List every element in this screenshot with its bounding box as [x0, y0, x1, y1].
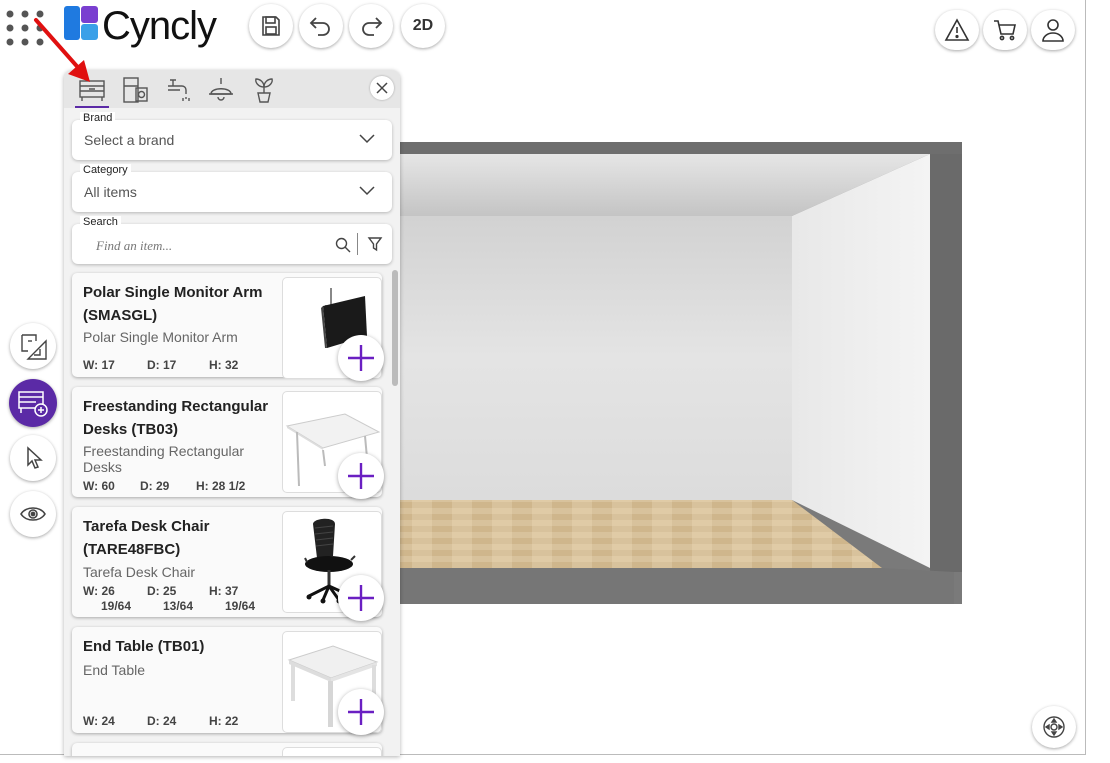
brand-select[interactable]: Brand Select a brand — [72, 112, 392, 160]
item-depth: D: 17 — [147, 358, 177, 372]
item-title: Freestanding Rectangular Desks (TB03) — [83, 398, 269, 438]
item-height: H: 28 1/2 — [196, 479, 246, 493]
visibility-button[interactable] — [10, 491, 56, 537]
item-height-fraction: 19/64 — [225, 599, 256, 613]
item-width: W: 26 — [83, 584, 115, 598]
pointer-icon — [27, 446, 43, 469]
item-subtitle: Tarefa Desk Chair — [83, 564, 196, 580]
item-depth: D: 29 — [140, 479, 170, 493]
chevron-down-icon — [359, 186, 375, 196]
floorplan-icon — [21, 334, 47, 360]
item-title: End Table (TB01) — [83, 638, 205, 655]
search-input[interactable]: Find an item... — [96, 238, 172, 254]
item-width: W: 24 — [83, 714, 115, 728]
item-thumbnail — [282, 747, 382, 756]
view-2d-button[interactable]: 2D — [401, 4, 445, 48]
search-field[interactable]: Search Find an item... — [72, 216, 392, 264]
add-furniture-icon — [18, 391, 48, 417]
item-height: H: 22 — [209, 714, 239, 728]
cart-button[interactable] — [983, 10, 1027, 50]
floorplan-button[interactable] — [10, 323, 56, 369]
save-icon — [262, 16, 280, 36]
navigation-control-button[interactable] — [1032, 706, 1076, 748]
user-button[interactable] — [1031, 10, 1075, 50]
redo-icon — [362, 17, 383, 36]
item-title: Polar Single Monitor Arm (SMASGL) — [83, 284, 263, 324]
search-label: Search — [80, 216, 121, 228]
eye-icon — [20, 507, 46, 521]
item-subtitle: End Table — [83, 662, 146, 678]
3d-room-viewport[interactable] — [392, 142, 962, 604]
warning-button[interactable] — [935, 10, 979, 50]
catalog-panel: Brand Select a brand Category All items … — [64, 70, 400, 756]
brand-label: Brand — [80, 112, 116, 124]
add-furniture-button[interactable] — [9, 379, 57, 427]
item-subtitle: Polar Single Monitor Arm — [83, 329, 238, 345]
search-divider — [357, 233, 358, 255]
tab-lighting[interactable] — [204, 74, 238, 106]
plant-icon — [255, 78, 273, 103]
annotation-arrow — [34, 18, 90, 82]
appliance-icon — [123, 77, 148, 103]
warning-icon — [944, 18, 970, 41]
item-width: W: 60 — [83, 479, 115, 493]
item-width-fraction: 19/64 — [101, 599, 132, 613]
catalog-item[interactable] — [72, 743, 382, 756]
catalog-item[interactable]: Polar Single Monitor Arm (SMASGL) Polar … — [72, 273, 384, 381]
user-icon — [1042, 19, 1064, 42]
save-button[interactable] — [249, 4, 293, 48]
close-icon — [376, 82, 388, 94]
catalog-item[interactable]: Tarefa Desk Chair (TARE48FBC) Tarefa Des… — [72, 507, 384, 621]
add-item-button[interactable] — [338, 453, 384, 499]
category-value: All items — [84, 184, 137, 200]
select-button[interactable] — [10, 435, 56, 481]
add-item-button[interactable] — [338, 335, 384, 381]
catalog-item[interactable]: End Table (TB01) End Table W: 24 D: 24 H… — [72, 627, 384, 735]
plus-icon — [348, 699, 374, 725]
add-item-button[interactable] — [338, 575, 384, 621]
logo-text: Cyncly — [102, 4, 217, 48]
navigation-icon — [1043, 716, 1065, 738]
filter-icon[interactable] — [367, 236, 383, 252]
tab-plants[interactable] — [247, 74, 281, 106]
category-select[interactable]: Category All items — [72, 164, 392, 212]
chevron-down-icon — [359, 134, 375, 144]
item-height: H: 32 — [209, 358, 239, 372]
item-width: W: 17 — [83, 358, 115, 372]
item-subtitle: Freestanding Rectangular Desks — [83, 443, 245, 475]
plus-icon — [348, 463, 374, 489]
add-item-button[interactable] — [338, 689, 384, 735]
lamp-icon — [209, 78, 233, 101]
catalog-item[interactable]: Freestanding Rectangular Desks (TB03) Fr… — [72, 387, 384, 499]
tab-appliances[interactable] — [118, 74, 152, 106]
faucet-icon — [168, 79, 190, 101]
brand-value: Select a brand — [84, 132, 175, 148]
redo-button[interactable] — [349, 4, 393, 48]
panel-scrollbar[interactable] — [392, 270, 398, 386]
item-depth: D: 24 — [147, 714, 177, 728]
undo-button[interactable] — [299, 4, 343, 48]
undo-icon — [309, 17, 330, 36]
cart-icon — [994, 20, 1016, 41]
category-label: Category — [80, 164, 131, 176]
plus-icon — [348, 345, 374, 371]
search-icon[interactable] — [335, 237, 351, 253]
item-title: Tarefa Desk Chair (TARE48FBC) — [83, 518, 210, 558]
item-depth-fraction: 13/64 — [163, 599, 194, 613]
item-height: H: 37 — [209, 584, 239, 598]
item-depth: D: 25 — [147, 584, 177, 598]
catalog-tab-bar — [64, 70, 400, 108]
close-panel-button[interactable] — [370, 76, 394, 100]
tab-faucets[interactable] — [161, 74, 195, 106]
plus-icon — [348, 585, 374, 611]
